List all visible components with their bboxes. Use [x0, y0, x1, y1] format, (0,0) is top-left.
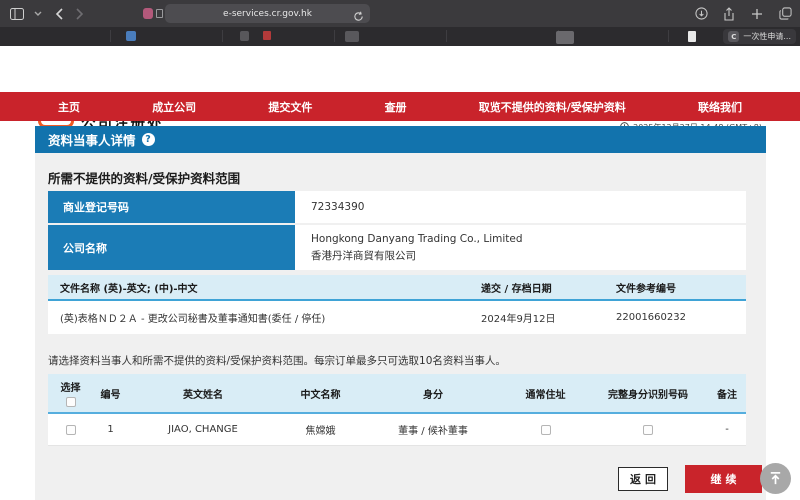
table-row: (英)表格ＮＤ２Ａ - 更改公司秘書及董事通知書(委任 / 停任) 2024年9… [48, 301, 746, 334]
doc-date: 2024年9月12日 [481, 310, 616, 325]
col-chinese-name: 中文名称 [278, 386, 363, 401]
col-remarks: 备注 [708, 386, 746, 401]
page-title-bar: 资料当事人详情 ? [35, 126, 766, 153]
col-doc-ref: 文件参考编号 [616, 280, 746, 295]
sidebar-icon[interactable] [10, 7, 24, 21]
col-full-id-number: 完整身分识别号码 [588, 386, 708, 401]
document-table-header: 文件名称 (英)-英文; (中)-中文 递交 / 存档日期 文件参考编号 [48, 275, 746, 301]
page-help-icon[interactable]: ? [142, 133, 155, 146]
tab-label: 一次性申请... [743, 31, 791, 42]
section-title: 所需不提供的资料/受保护资料范围 [48, 168, 240, 187]
reader-icon [156, 9, 163, 18]
table-row: 公司名称 Hongkong Danyang Trading Co., Limit… [48, 225, 746, 270]
scroll-to-top-button[interactable] [760, 463, 791, 494]
browser-toolbar: e-services.cr.gov.hk [0, 0, 800, 27]
col-usual-address: 通常住址 [503, 386, 588, 401]
nav-home[interactable]: 主页 [58, 99, 80, 115]
select-all-checkbox[interactable] [66, 397, 76, 407]
downloads-icon[interactable] [694, 7, 708, 21]
new-tab-icon[interactable] [750, 7, 764, 21]
document-table: 文件名称 (英)-英文; (中)-中文 递交 / 存档日期 文件参考编号 (英)… [48, 275, 746, 334]
tab-thumbnail[interactable] [126, 31, 136, 41]
nav-filing[interactable]: 提交文件 [268, 99, 312, 115]
person-number: 1 [93, 424, 128, 435]
tab-overview-icon[interactable] [778, 7, 792, 21]
usual-address-checkbox[interactable] [541, 425, 551, 435]
full-id-checkbox[interactable] [643, 425, 653, 435]
tab-favicon: C [728, 31, 739, 42]
data-subject-table: 选择 编号 英文姓名 中文名称 身分 通常住址 完整身分识别号码 备注 1 JI… [48, 374, 746, 446]
back-button[interactable]: 返回 [618, 467, 668, 491]
table-row: 商业登记号码 72334390 [48, 191, 746, 223]
person-remark: - [708, 424, 746, 435]
company-name-en: Hongkong Danyang Trading Co., Limited [311, 233, 746, 245]
instruction-text: 请选择资料当事人和所需不提供的资料/受保护资料范围。每宗订单最多只可选取10名资… [48, 353, 506, 368]
company-name-label: 公司名称 [48, 225, 295, 270]
col-english-name: 英文姓名 [128, 386, 278, 401]
forward-icon[interactable] [73, 7, 87, 21]
doc-name: (英)表格ＮＤ２Ａ - 更改公司秘書及董事通知書(委任 / 停任) [48, 310, 481, 325]
nav-protected-info[interactable]: 取览不提供的资料/受保护资料 [479, 99, 626, 115]
select-person-checkbox[interactable] [66, 425, 76, 435]
main-nav: 主页 成立公司 提交文件 查册 取览不提供的资料/受保护资料 联络我们 [0, 92, 800, 121]
nav-incorporation[interactable]: 成立公司 [152, 99, 196, 115]
nav-search[interactable]: 查册 [385, 99, 407, 115]
address-bar[interactable]: e-services.cr.gov.hk [165, 4, 370, 23]
tab-thumbnail[interactable] [556, 31, 574, 44]
person-role: 董事 / 候补董事 [363, 422, 503, 437]
chevron-down-icon[interactable] [31, 7, 45, 21]
tab-thumbnail[interactable] [240, 31, 249, 41]
content-area: 所需不提供的资料/受保护资料范围 商业登记号码 72334390 公司名称 Ho… [35, 153, 766, 500]
col-select: 选择 [61, 379, 81, 394]
col-capacity: 身分 [363, 386, 503, 401]
person-name-en: JIAO, CHANGE [128, 424, 278, 435]
company-name-zh: 香港丹洋商貿有限公司 [311, 248, 746, 263]
extension-icon[interactable] [143, 8, 153, 19]
col-doc-date: 递交 / 存档日期 [481, 280, 616, 295]
site-header: CR 香港特别行政区政府 公司注册处 无帐户使用者 字型大小 EN 繁 ? [0, 46, 800, 92]
tab-thumbnail[interactable] [263, 31, 271, 40]
person-name-zh: 焦嫦娥 [278, 422, 363, 437]
brn-value: 72334390 [311, 201, 746, 213]
brn-label: 商业登记号码 [48, 191, 295, 223]
url-text: e-services.cr.gov.hk [223, 9, 312, 19]
page-title: 资料当事人详情 [48, 130, 136, 149]
tab-thumbnail[interactable] [688, 31, 696, 42]
col-doc-name: 文件名称 (英)-英文; (中)-中文 [48, 280, 481, 295]
back-icon[interactable] [52, 7, 66, 21]
tab-thumbnail[interactable] [345, 31, 359, 42]
data-subject-table-header: 选择 编号 英文姓名 中文名称 身分 通常住址 完整身分识别号码 备注 [48, 374, 746, 414]
col-number: 编号 [93, 386, 128, 401]
nav-contact[interactable]: 联络我们 [698, 99, 742, 115]
browser-tab-strip: C 一次性申请... [0, 27, 800, 46]
doc-ref: 22001660232 [616, 312, 746, 323]
table-row: 1 JIAO, CHANGE 焦嫦娥 董事 / 候补董事 - [48, 414, 746, 446]
continue-button[interactable]: 继续 [685, 465, 762, 493]
refresh-icon[interactable] [353, 7, 364, 26]
tab-one-time-application[interactable]: C 一次性申请... [723, 29, 796, 44]
company-info-table: 商业登记号码 72334390 公司名称 Hongkong Danyang Tr… [48, 191, 746, 272]
share-icon[interactable] [722, 7, 736, 21]
